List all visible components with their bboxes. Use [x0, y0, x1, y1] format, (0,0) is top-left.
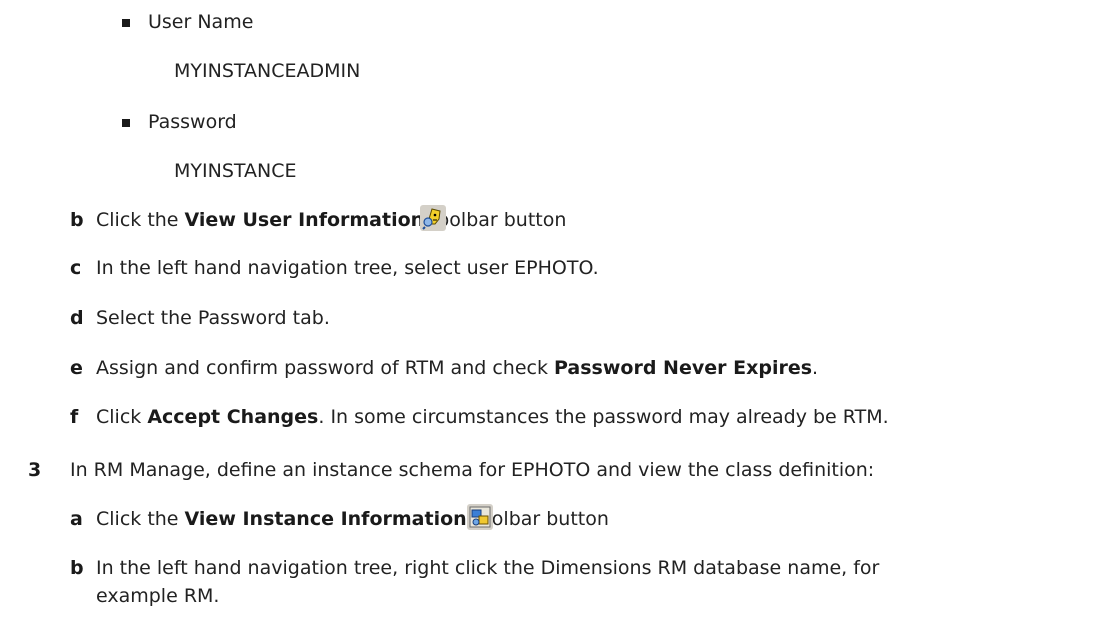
- step-text-3b-line2: example RM.: [96, 585, 220, 607]
- bullet-value-user-name: MYINSTANCEADMIN: [174, 60, 361, 82]
- step-3-text: In RM Manage, define an instance schema …: [70, 459, 875, 481]
- step-text-post: . In some circumstances the password may…: [318, 406, 889, 428]
- step-text-pre: Click the: [96, 209, 185, 231]
- view-instance-information-icon: [467, 504, 493, 530]
- bullet-label-user-name: User Name: [148, 11, 254, 33]
- step-text-bold: Accept Changes: [147, 406, 319, 428]
- step-text-d: Select the Password tab.: [96, 307, 330, 329]
- step-text-f: Click Accept Changes. In some circumstan…: [96, 405, 889, 429]
- bullet-label-password: Password: [148, 111, 237, 133]
- bullet-marker: [122, 119, 130, 127]
- bullet-value-password: MYINSTANCE: [174, 160, 297, 182]
- step-text-bold: View Instance Information: [184, 508, 467, 530]
- step-number-3: 3: [28, 459, 42, 481]
- step-letter-e: e: [70, 357, 83, 379]
- step-text-bold: Password Never Expires: [554, 357, 813, 379]
- view-user-information-icon: [420, 205, 446, 231]
- step-letter-a: a: [70, 508, 83, 530]
- step-text-3b-line1: In the left hand navigation tree, right …: [96, 557, 880, 579]
- step-letter-b: b: [70, 209, 84, 231]
- step-text-e: Assign and confirm password of RTM and c…: [96, 356, 818, 380]
- step-letter-f: f: [70, 406, 79, 428]
- step-letter-d: d: [70, 307, 84, 329]
- step-text-post: .: [812, 357, 819, 379]
- step-text-pre: Assign and confirm password of RTM and c…: [96, 357, 555, 379]
- step-letter-b2: b: [70, 557, 84, 579]
- bullet-marker: [122, 19, 130, 27]
- step-text-bold: View User Information: [184, 209, 425, 231]
- step-text-pre: Click: [96, 406, 148, 428]
- step-text-3a: Click the View Instance Information tool…: [96, 507, 609, 531]
- step-text-b: Click the View User Information toolbar …: [96, 208, 566, 232]
- step-letter-c: c: [70, 257, 82, 279]
- step-text-pre: Click the: [96, 508, 185, 530]
- step-text-c: In the left hand navigation tree, select…: [96, 257, 599, 279]
